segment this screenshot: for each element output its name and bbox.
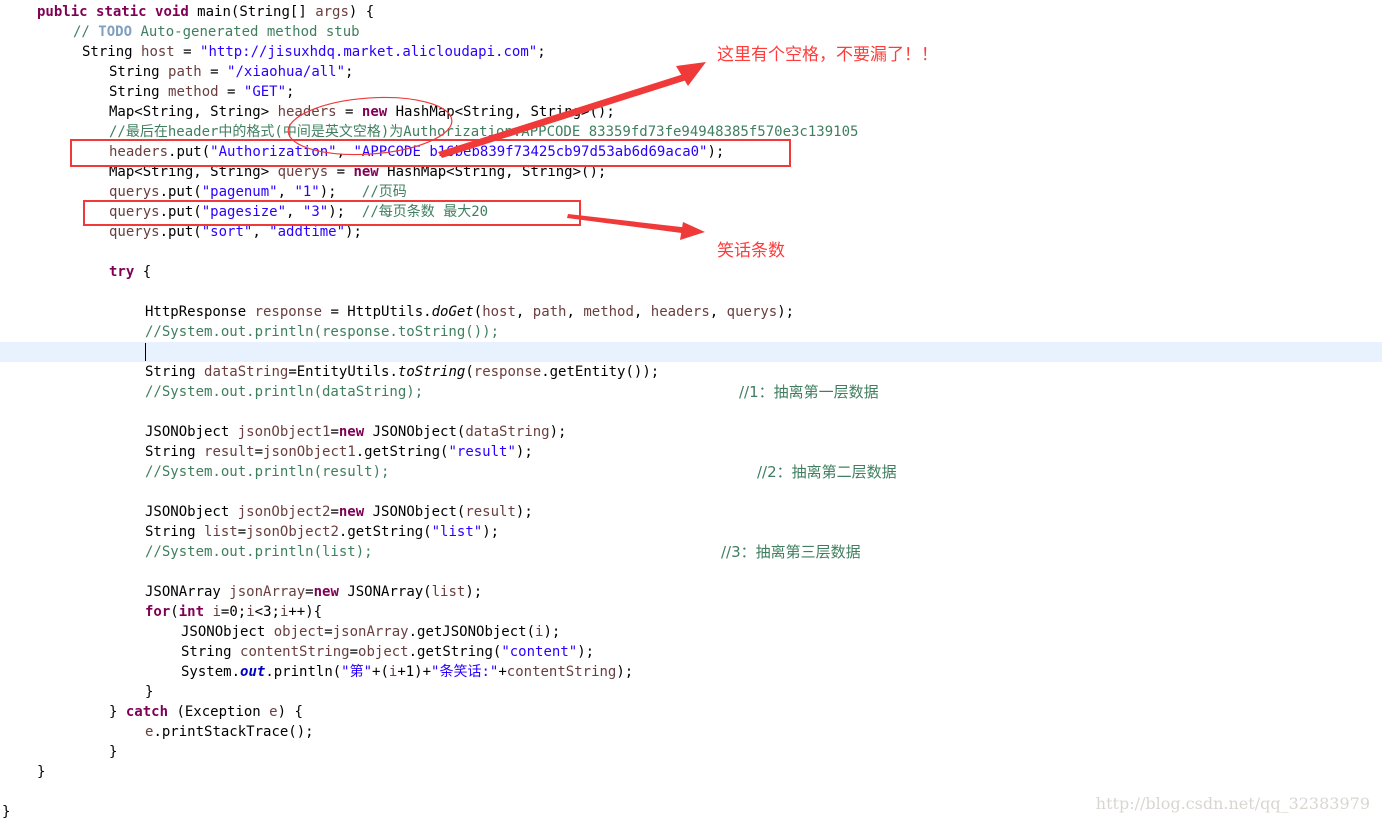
code-line-catch: } catch (Exception e) { [109, 704, 303, 720]
code-line-todo-comment: // TODO Auto-generated method stub [73, 24, 360, 40]
code-line-result: String result=jsonObject1.getString("res… [145, 444, 533, 460]
code-line-print-stack-trace: e.printStackTrace(); [145, 724, 314, 740]
code-editor[interactable]: public static void main(String[] args) {… [0, 0, 1382, 823]
comment-layer-2: //2：抽离第二层数据 [757, 463, 897, 481]
code-line-println: System.out.println("第"+(i+1)+"条笑话:"+cont… [181, 664, 634, 680]
code-line-print-result-comment: //System.out.println(result); [145, 464, 390, 480]
code-line-get-object: JSONObject object=jsonArray.getJSONObjec… [181, 624, 561, 640]
code-line-datastring: String dataString=EntityUtils.toString(r… [145, 364, 660, 380]
code-line-class-close: } [2, 804, 11, 820]
code-line-host: String host = "http://jisuxhdq.market.al… [82, 44, 546, 60]
code-line-content-string: String contentString=object.getString("c… [181, 644, 595, 660]
text-caret [145, 343, 146, 361]
annotation-space-note: 这里有个空格，不要漏了！！ [717, 45, 938, 65]
current-line-highlight [0, 342, 1382, 362]
code-line-for-close: } [145, 684, 154, 700]
code-line-list: String list=jsonObject2.getString("list"… [145, 524, 500, 540]
code-line-jsonobject1: JSONObject jsonObject1=new JSONObject(da… [145, 424, 567, 440]
code-line-print-datastring-comment: //System.out.println(dataString); [145, 384, 424, 400]
code-line-method: String method = "GET"; [109, 84, 295, 100]
code-line-path: String path = "/xiaohua/all"; [109, 64, 354, 80]
comment-layer-1: //1：抽离第一层数据 [739, 383, 879, 401]
code-line-headers-map: Map<String, String> headers = new HashMa… [109, 104, 615, 120]
code-line-pagenum: querys.put("pagenum", "1"); //页码 [109, 184, 407, 200]
code-line-jsonobject2: JSONObject jsonObject2=new JSONObject(re… [145, 504, 533, 520]
code-line-print-response-comment: //System.out.println(response.toString()… [145, 324, 500, 340]
highlight-box-authorization [70, 139, 791, 167]
code-line-for-loop: for(int i=0;i<3;i++){ [145, 604, 323, 620]
code-line-main-signature: public static void main(String[] args) { [37, 4, 375, 20]
code-line-cursor[interactable] [145, 342, 146, 362]
code-line-print-list-comment: //System.out.println(list); [145, 544, 373, 560]
code-line-jsonarray: JSONArray jsonArray=new JSONArray(list); [145, 584, 483, 600]
comment-layer-3: //3：抽离第三层数据 [721, 543, 861, 561]
code-line-catch-close: } [109, 744, 118, 760]
highlight-box-pagesize [83, 200, 581, 226]
code-line-try: try { [109, 264, 152, 280]
code-line-doget: HttpResponse response = HttpUtils.doGet(… [145, 304, 795, 320]
code-line-method-close: } [37, 764, 46, 780]
watermark: http://blog.csdn.net/qq_32383979 [1095, 794, 1370, 813]
annotation-count-note: 笑话条数 [717, 241, 785, 261]
